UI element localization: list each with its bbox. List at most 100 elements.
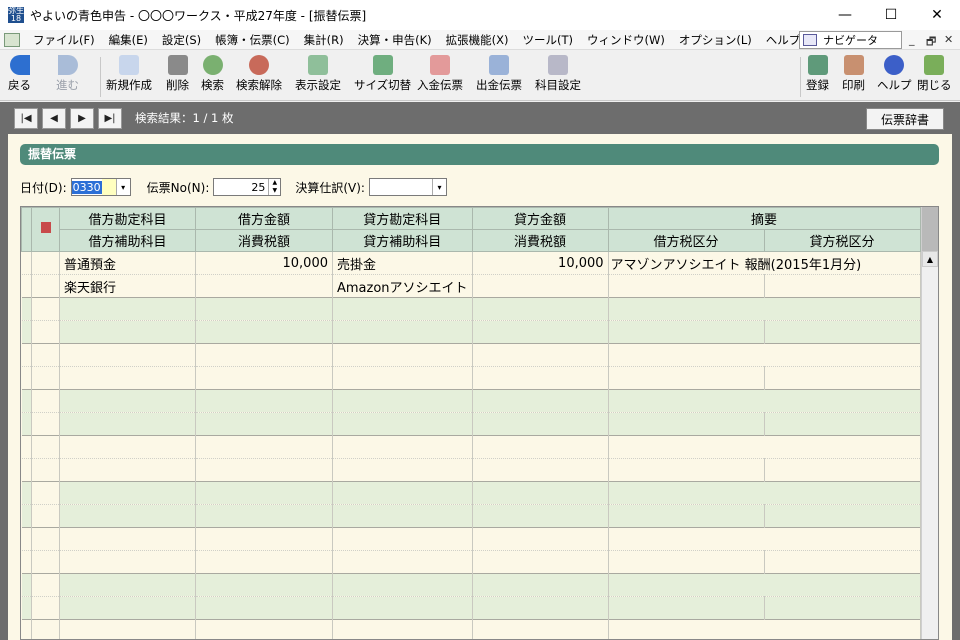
row-marker[interactable] <box>31 412 60 436</box>
grid-cell[interactable] <box>608 596 765 620</box>
summary-cell[interactable] <box>608 527 921 551</box>
grid-cell[interactable] <box>472 504 609 528</box>
delete-button[interactable]: 削除 <box>166 55 189 93</box>
grid-cell[interactable] <box>195 389 333 413</box>
grid-cell[interactable] <box>332 504 473 528</box>
document-icon[interactable] <box>4 32 20 47</box>
table-row[interactable] <box>21 389 938 413</box>
grid-cell[interactable] <box>472 366 609 390</box>
grid-cell[interactable] <box>332 550 473 574</box>
table-row[interactable] <box>21 412 938 436</box>
grid-cell[interactable] <box>195 504 333 528</box>
table-row[interactable] <box>21 343 938 367</box>
register-button[interactable]: 登録 <box>806 55 829 93</box>
grid-cell[interactable] <box>472 320 609 344</box>
grid-cell[interactable] <box>332 435 473 459</box>
subject-settings-button[interactable]: 科目設定 <box>535 55 581 93</box>
scroll-up-icon[interactable]: ▲ <box>922 251 938 267</box>
grid-cell[interactable] <box>195 343 333 367</box>
row-marker[interactable] <box>31 320 60 344</box>
navigator-button[interactable]: ナビゲータ <box>799 31 902 49</box>
grid-cell[interactable] <box>195 297 333 321</box>
summary-cell[interactable] <box>608 435 921 459</box>
spin-down-icon[interactable]: ▼ <box>269 187 280 195</box>
grid-cell[interactable] <box>608 412 765 436</box>
grid-cell[interactable] <box>332 481 473 505</box>
row-marker[interactable] <box>31 619 60 639</box>
first-record-button[interactable]: |◀ <box>14 108 38 129</box>
summary-cell[interactable] <box>608 619 921 639</box>
grid-cell[interactable] <box>472 596 609 620</box>
display-settings-button[interactable]: 表示設定 <box>295 55 341 93</box>
grid-cell[interactable] <box>195 458 333 482</box>
grid-cell[interactable] <box>59 343 196 367</box>
table-row[interactable] <box>21 573 938 597</box>
grid-cell[interactable] <box>59 527 196 551</box>
grid-cell[interactable] <box>195 619 333 639</box>
table-row[interactable] <box>21 550 938 574</box>
table-row[interactable]: 普通預金 10,000 売掛金 10,000 アマゾンアソシエイト 報酬(201… <box>21 251 938 275</box>
grid-cell[interactable] <box>332 389 473 413</box>
spin-up-icon[interactable]: ▲ <box>269 179 280 187</box>
grid-cell[interactable] <box>472 481 609 505</box>
row-marker[interactable] <box>31 274 60 298</box>
debit-sub-cell[interactable]: 楽天銀行 <box>59 274 196 298</box>
table-row[interactable] <box>21 297 938 321</box>
grid-cell[interactable] <box>195 435 333 459</box>
grid-cell[interactable] <box>195 412 333 436</box>
grid-cell[interactable] <box>608 320 765 344</box>
grid-cell[interactable] <box>195 573 333 597</box>
grid-cell[interactable] <box>472 412 609 436</box>
grid-cell[interactable] <box>472 619 609 639</box>
maximize-button[interactable]: ☐ <box>868 0 914 30</box>
search-clear-button[interactable]: 検索解除 <box>236 55 282 93</box>
table-row[interactable] <box>21 504 938 528</box>
credit-amount-cell[interactable]: 10,000 <box>472 251 609 275</box>
grid-cell[interactable] <box>764 504 921 528</box>
grid-cell[interactable] <box>332 619 473 639</box>
forward-button[interactable]: 進む <box>56 55 79 93</box>
row-marker[interactable] <box>31 343 60 367</box>
summary-cell[interactable] <box>608 343 921 367</box>
menu-settlement[interactable]: 決算・申告(K) <box>351 32 439 48</box>
slip-no-field[interactable]: 25 ▲ ▼ <box>213 178 282 196</box>
grid-cell[interactable] <box>332 320 473 344</box>
grid-cell[interactable] <box>59 320 196 344</box>
chevron-down-icon[interactable]: ▾ <box>431 179 446 195</box>
debit-tax-class-cell[interactable] <box>608 274 765 298</box>
grid-cell[interactable] <box>59 596 196 620</box>
grid-cell[interactable] <box>332 366 473 390</box>
debit-account-cell[interactable]: 普通預金 <box>59 251 196 275</box>
grid-cell[interactable] <box>472 297 609 321</box>
slip-no-spinner[interactable]: ▲ ▼ <box>268 179 280 195</box>
grid-cell[interactable] <box>764 412 921 436</box>
grid-cell[interactable] <box>59 412 196 436</box>
grid-cell[interactable] <box>59 366 196 390</box>
row-marker[interactable] <box>31 389 60 413</box>
grid-cell[interactable] <box>59 458 196 482</box>
grid-cell[interactable] <box>195 527 333 551</box>
table-row[interactable] <box>21 527 938 551</box>
grid-cell[interactable] <box>332 343 473 367</box>
row-marker[interactable] <box>31 481 60 505</box>
kessan-select[interactable]: ▾ <box>368 178 447 196</box>
grid-cell[interactable] <box>59 504 196 528</box>
credit-sub-cell[interactable]: Amazonアソシエイト <box>332 274 473 298</box>
grid-cell[interactable] <box>332 412 473 436</box>
table-row[interactable] <box>21 596 938 620</box>
table-row[interactable] <box>21 320 938 344</box>
table-row[interactable] <box>21 481 938 505</box>
last-record-button[interactable]: ▶| <box>98 108 122 129</box>
next-record-button[interactable]: ▶ <box>70 108 94 129</box>
minimize-button[interactable]: — <box>822 0 868 30</box>
grid-cell[interactable] <box>59 481 196 505</box>
credit-account-cell[interactable]: 売掛金 <box>332 251 473 275</box>
menu-extension[interactable]: 拡張機能(X) <box>439 32 516 48</box>
grid-cell[interactable] <box>332 596 473 620</box>
menu-settings[interactable]: 設定(S) <box>155 32 208 48</box>
grid-cell[interactable] <box>59 297 196 321</box>
table-row[interactable] <box>21 435 938 459</box>
mdi-close-button[interactable]: ✕ <box>944 33 953 46</box>
grid-cell[interactable] <box>472 527 609 551</box>
menu-ledger[interactable]: 帳簿・伝票(C) <box>208 32 297 48</box>
